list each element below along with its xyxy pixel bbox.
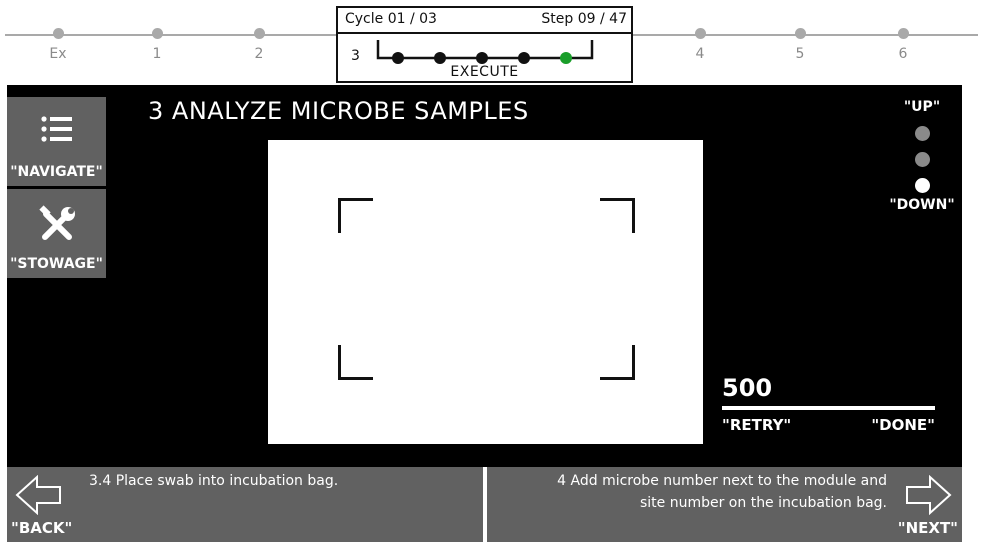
timeline-dot xyxy=(897,28,909,39)
retry-button[interactable]: "RETRY" xyxy=(722,416,791,434)
timeline-node-5[interactable]: 5 xyxy=(765,28,835,62)
current-step-number: 3 xyxy=(351,48,360,64)
step-counter: Step 09 / 47 xyxy=(541,11,627,27)
back-button[interactable]: 3.4 Place swab into incubation bag. "BAC… xyxy=(7,467,483,542)
camera-viewfinder[interactable] xyxy=(268,140,703,444)
arrow-right-icon xyxy=(906,475,952,515)
counter-actions: "RETRY" "DONE" xyxy=(722,416,935,434)
navigate-button[interactable]: "NAVIGATE" xyxy=(7,97,106,186)
cycle-step-header: Cycle 01 / 03 Step 09 / 47 xyxy=(338,8,631,34)
counter-value: 500 xyxy=(722,374,773,402)
substep-dot xyxy=(518,52,530,64)
next-label: "NEXT" xyxy=(897,519,958,537)
scroll-position-indicator xyxy=(914,126,930,141)
timeline-node-label: 4 xyxy=(695,46,705,62)
viewfinder-corner-bottom-left xyxy=(338,345,373,380)
timeline-dot xyxy=(694,28,706,39)
timeline-node-label: 2 xyxy=(254,46,264,62)
scroll-up-button[interactable]: "UP" xyxy=(882,99,962,115)
procedure-timeline: Ex 1 2 4 5 6 Cycle 01 / 03 Step 09 / 47 … xyxy=(0,0,983,85)
navigate-label: "NAVIGATE" xyxy=(10,164,103,180)
main-panel: "NAVIGATE" "STOWAGE" 3 ANALYZE MICROBE S… xyxy=(7,85,962,467)
tools-icon xyxy=(7,205,106,245)
back-label: "BACK" xyxy=(11,519,73,537)
timeline-node-4[interactable]: 4 xyxy=(665,28,735,62)
viewfinder-corner-bottom-right xyxy=(600,345,635,380)
substep-dot xyxy=(434,52,446,64)
next-step-text: 4 Add microbe number next to the module … xyxy=(497,470,887,514)
timeline-node-label: 1 xyxy=(152,46,162,62)
page-title: 3 ANALYZE MICROBE SAMPLES xyxy=(148,97,529,125)
timeline-dot xyxy=(52,28,64,39)
previous-step-text: 3.4 Place swab into incubation bag. xyxy=(89,473,339,489)
timeline-node-1[interactable]: 1 xyxy=(122,28,192,62)
scroll-control: "UP" "DOWN" xyxy=(882,99,962,213)
timeline-node-2[interactable]: 2 xyxy=(224,28,294,62)
timeline-node-6[interactable]: 6 xyxy=(868,28,938,62)
scroll-position-indicator xyxy=(914,152,930,167)
phase-label: EXECUTE xyxy=(450,64,519,80)
done-button[interactable]: "DONE" xyxy=(871,416,935,434)
stowage-label: "STOWAGE" xyxy=(10,256,103,272)
viewfinder-corner-top-right xyxy=(600,198,635,233)
substep-dot xyxy=(476,52,488,64)
substep-dot xyxy=(392,52,404,64)
timeline-dot xyxy=(253,28,265,39)
next-step-text-line: site number on the incubation bag. xyxy=(639,495,887,511)
timeline-node-label: Ex xyxy=(49,46,67,62)
timeline-dot xyxy=(151,28,163,39)
timeline-node-ex[interactable]: Ex xyxy=(23,28,93,62)
timeline-node-label: 5 xyxy=(795,46,805,62)
timeline-node-label: 6 xyxy=(898,46,908,62)
stowage-button[interactable]: "STOWAGE" xyxy=(7,189,106,278)
scroll-position-indicator-active xyxy=(914,178,930,193)
timeline-dot xyxy=(794,28,806,39)
next-button[interactable]: 4 Add microbe number next to the module … xyxy=(487,467,962,542)
counter-divider xyxy=(722,406,935,410)
microbe-counter: 500 "RETRY" "DONE" xyxy=(722,374,935,434)
cycle-counter: Cycle 01 / 03 xyxy=(345,11,437,27)
list-icon xyxy=(7,115,106,143)
viewfinder-corner-top-left xyxy=(338,198,373,233)
next-step-text-line: 4 Add microbe number next to the module … xyxy=(557,473,887,489)
substep-dot-active xyxy=(560,52,572,64)
current-step-box: Cycle 01 / 03 Step 09 / 47 3 EXECUTE xyxy=(336,6,633,83)
arrow-left-icon xyxy=(15,475,61,515)
scroll-down-button[interactable]: "DOWN" xyxy=(882,197,962,213)
